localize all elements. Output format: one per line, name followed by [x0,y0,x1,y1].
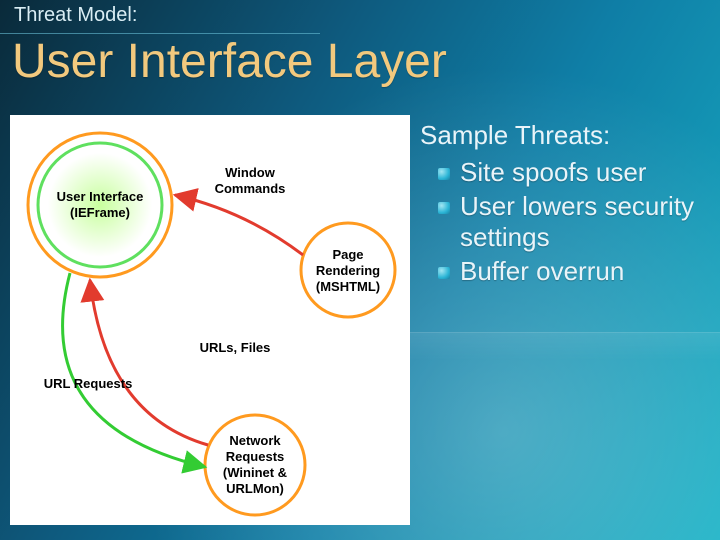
node-ui-label-2: (IEFrame) [70,205,130,220]
node-page-label-3: (MSHTML) [316,279,380,294]
accent-band [410,332,720,372]
node-user-interface: User Interface (IEFrame) [28,133,172,277]
threat-diagram: User Interface (IEFrame) Page Rendering … [10,115,410,525]
slide: Threat Model: User Interface Layer [0,0,720,540]
arrow-window-commands [175,195,303,255]
arrow-url-requests [63,273,205,467]
node-page-rendering: Page Rendering (MSHTML) [301,223,395,317]
pretitle: Threat Model: [14,4,137,27]
node-net-label-3: (Wininet & [223,465,287,480]
edge-wc-2: Commands [215,181,286,196]
bullet-icon [438,168,450,180]
page-title: User Interface Layer [12,34,447,89]
diagram-svg: User Interface (IEFrame) Page Rendering … [10,115,410,525]
node-net-label-4: URLMon) [226,481,284,496]
node-network-requests: Network Requests (Wininet & URLMon) [205,415,305,515]
bullet-icon [438,202,450,214]
threat-text: Buffer overrun [460,256,710,288]
threat-text: Site spoofs user [460,157,710,189]
node-net-label-1: Network [229,433,281,448]
node-page-label-2: Rendering [316,263,380,278]
edge-wc-1: Window [225,165,276,180]
threat-text: User lowers security settings [460,191,710,254]
arrow-urls-files [90,280,208,445]
edge-url-requests: URL Requests [44,376,133,391]
list-item: User lowers security settings [420,191,710,254]
node-net-label-2: Requests [226,449,285,464]
threats-heading: Sample Threats: [420,120,710,151]
node-page-label-1: Page [332,247,363,262]
edge-urls-files: URLs, Files [200,340,271,355]
bullet-icon [438,267,450,279]
threats-panel: Sample Threats: Site spoofs user User lo… [420,120,710,290]
list-item: Buffer overrun [420,256,710,288]
node-ui-label-1: User Interface [57,189,144,204]
list-item: Site spoofs user [420,157,710,189]
